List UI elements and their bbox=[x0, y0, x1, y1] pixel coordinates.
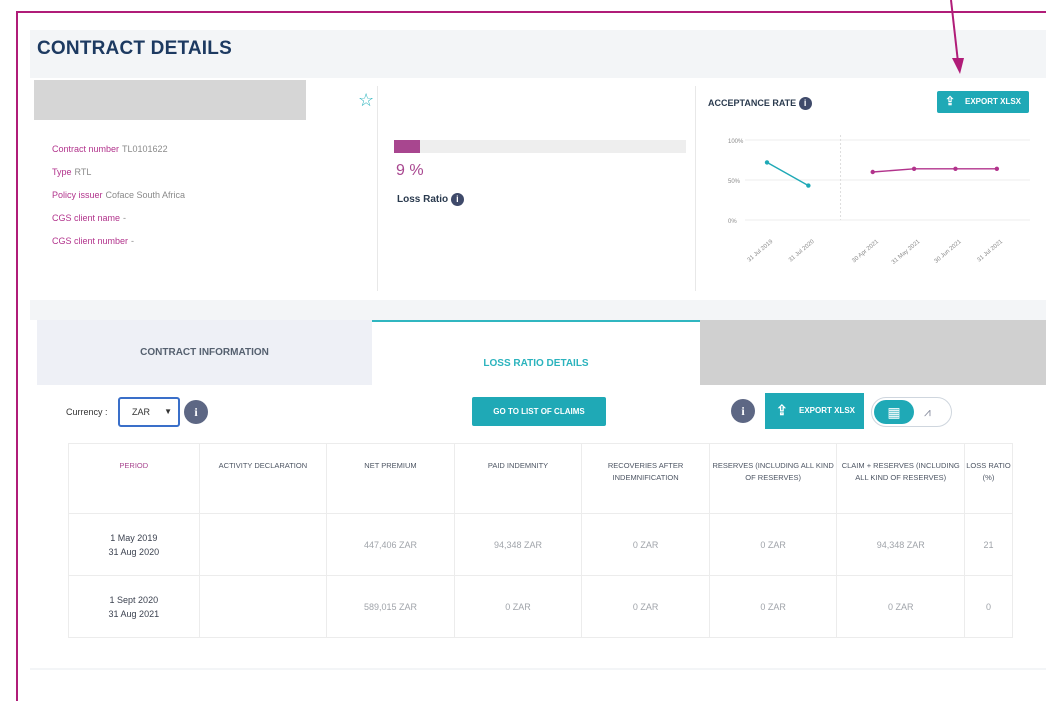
contract-row: Contract number TL0101622 bbox=[52, 144, 168, 154]
x-tick-label: 31 Jul 2019 bbox=[747, 239, 775, 264]
x-tick-label: 31 May 2021 bbox=[891, 239, 922, 266]
loss-ratio-cell: 21 bbox=[964, 513, 1013, 576]
contract-row: Type RTL bbox=[52, 167, 92, 177]
reserves-cell: 0 ZAR bbox=[708, 513, 837, 576]
y-tick-label: 100% bbox=[728, 139, 744, 145]
export-xlsx-button[interactable]: ⇪ EXPORT XLSX bbox=[765, 393, 864, 429]
reserves-cell: 0 ZAR bbox=[708, 575, 837, 638]
favorite-star-icon[interactable]: ☆ bbox=[358, 90, 374, 111]
currency-info-icon[interactable]: i bbox=[184, 400, 208, 424]
data-point bbox=[806, 183, 811, 188]
net-premium-cell: 447,406 ZAR bbox=[326, 513, 455, 576]
view-toggle[interactable]: ▦ ⩘ bbox=[871, 397, 952, 427]
series-line bbox=[766, 161, 809, 187]
period-cell: 1 May 2019 31 Aug 2020 bbox=[68, 513, 200, 576]
page-title: CONTRACT DETAILS bbox=[37, 38, 232, 59]
acceptance-rate-title: ACCEPTANCE RATE i bbox=[708, 97, 812, 110]
loss-ratio-cell: 0 bbox=[964, 575, 1013, 638]
divider bbox=[695, 86, 696, 291]
export-xlsx-button-chart[interactable]: ⇪ EXPORT XLSX bbox=[937, 91, 1029, 113]
annotation-arrow-icon bbox=[950, 0, 964, 74]
column-header: PERIOD bbox=[119, 461, 149, 470]
annotation-border-top bbox=[18, 11, 1046, 13]
upload-icon: ⇪ bbox=[945, 94, 956, 108]
x-tick-label: 31 Jul 2020 bbox=[788, 239, 816, 264]
info-icon[interactable]: i bbox=[450, 193, 464, 206]
contract-row: CGS client number - bbox=[52, 236, 135, 246]
annotation-border-left bbox=[16, 11, 18, 701]
data-point bbox=[870, 169, 875, 175]
tab-loss-ratio-details[interactable]: LOSS RATIO DETAILS bbox=[372, 320, 700, 385]
y-tick-label: 50% bbox=[728, 179, 741, 185]
currency-select[interactable]: ZAR ▼ bbox=[118, 397, 180, 427]
period-cell: 1 Sept 2020 31 Aug 2021 bbox=[68, 575, 200, 638]
net-premium-cell: 589,015 ZAR bbox=[326, 575, 455, 638]
chevron-down-icon: ▼ bbox=[164, 407, 172, 416]
column-header: LOSS RATIO (%) bbox=[964, 443, 1013, 514]
contract-row: Policy issuer Coface South Africa bbox=[52, 190, 186, 200]
export-info-icon[interactable]: i bbox=[731, 399, 755, 423]
acceptance-rate-chart: 100% 50% 0% 31 Jul 2019 31 Jul 2020 30 Apr 20… bbox=[728, 135, 1030, 266]
data-point bbox=[911, 166, 917, 171]
loss-ratio-bar-fill bbox=[394, 140, 421, 153]
column-header: PAID INDEMNITY bbox=[453, 443, 582, 514]
column-header: RESERVES (INCLUDING ALL KIND OF RESERVES… bbox=[708, 443, 837, 514]
screenshot-frame: CONTRACT DETAILS ☆ Contract number TL0101… bbox=[0, 0, 1046, 701]
go-to-list-of-claims-button[interactable]: GO TO LIST OF CLAIMS bbox=[472, 397, 606, 426]
column-header: CLAIM + RESERVES (INCLUDING ALL KIND OF … bbox=[836, 443, 965, 514]
currency-label: Currency : bbox=[66, 407, 108, 417]
chart-view-icon[interactable]: ⩘ bbox=[924, 401, 931, 423]
table-row: 1 Sept 2020 31 Aug 2021 589,015 ZAR 0 ZAR… bbox=[68, 575, 1013, 638]
x-tick-label: 31 Jul 2021 bbox=[976, 239, 1004, 264]
tab-contract-information[interactable]: CONTRACT INFORMATION bbox=[37, 320, 372, 385]
divider bbox=[377, 86, 378, 291]
data-point bbox=[994, 166, 1000, 171]
info-icon[interactable]: i bbox=[798, 97, 812, 110]
table-header-row: PERIOD ACTIVITY DECLARATION NET PREMIUM … bbox=[69, 443, 1013, 514]
activity-cell bbox=[198, 513, 327, 576]
upload-icon: ⇪ bbox=[776, 402, 788, 418]
x-tick-label: 30 Jun 2021 bbox=[934, 239, 964, 265]
column-header: ACTIVITY DECLARATION bbox=[198, 443, 327, 514]
y-tick-label: 0% bbox=[728, 219, 737, 225]
loss-ratio-table: PERIOD ACTIVITY DECLARATION NET PREMIUM … bbox=[68, 443, 1013, 638]
claim-reserves-cell: 0 ZAR bbox=[836, 575, 965, 638]
data-point bbox=[953, 166, 958, 171]
table-row: 1 May 2019 31 Aug 2020 447,406 ZAR 94,348… bbox=[68, 513, 1013, 576]
loss-ratio-percent: 9 % bbox=[396, 162, 424, 179]
tab-empty bbox=[700, 320, 1046, 385]
data-point bbox=[764, 160, 770, 165]
recoveries-cell: 0 ZAR bbox=[581, 513, 710, 576]
recoveries-cell: 0 ZAR bbox=[581, 575, 710, 638]
series-line bbox=[872, 168, 997, 173]
loss-ratio-bar bbox=[394, 140, 686, 153]
claim-reserves-cell: 94,348 ZAR bbox=[836, 513, 965, 576]
contract-info-list: Contract number TL0101622 Type RTL Policy … bbox=[52, 138, 185, 253]
x-tick-label: 30 Apr 2021 bbox=[851, 239, 880, 265]
column-header: RECOVERIES AFTER INDEMNIFICATION bbox=[581, 443, 710, 514]
contract-row: CGS client name - bbox=[52, 213, 127, 223]
table-view-icon[interactable]: ▦ bbox=[874, 400, 914, 424]
paid-indemnity-cell: 94,348 ZAR bbox=[453, 513, 582, 576]
loss-ratio-label: Loss Ratio i bbox=[397, 193, 464, 206]
contract-banner bbox=[34, 80, 306, 120]
activity-cell bbox=[198, 575, 327, 638]
paid-indemnity-cell: 0 ZAR bbox=[453, 575, 582, 638]
column-header: NET PREMIUM bbox=[326, 443, 455, 514]
